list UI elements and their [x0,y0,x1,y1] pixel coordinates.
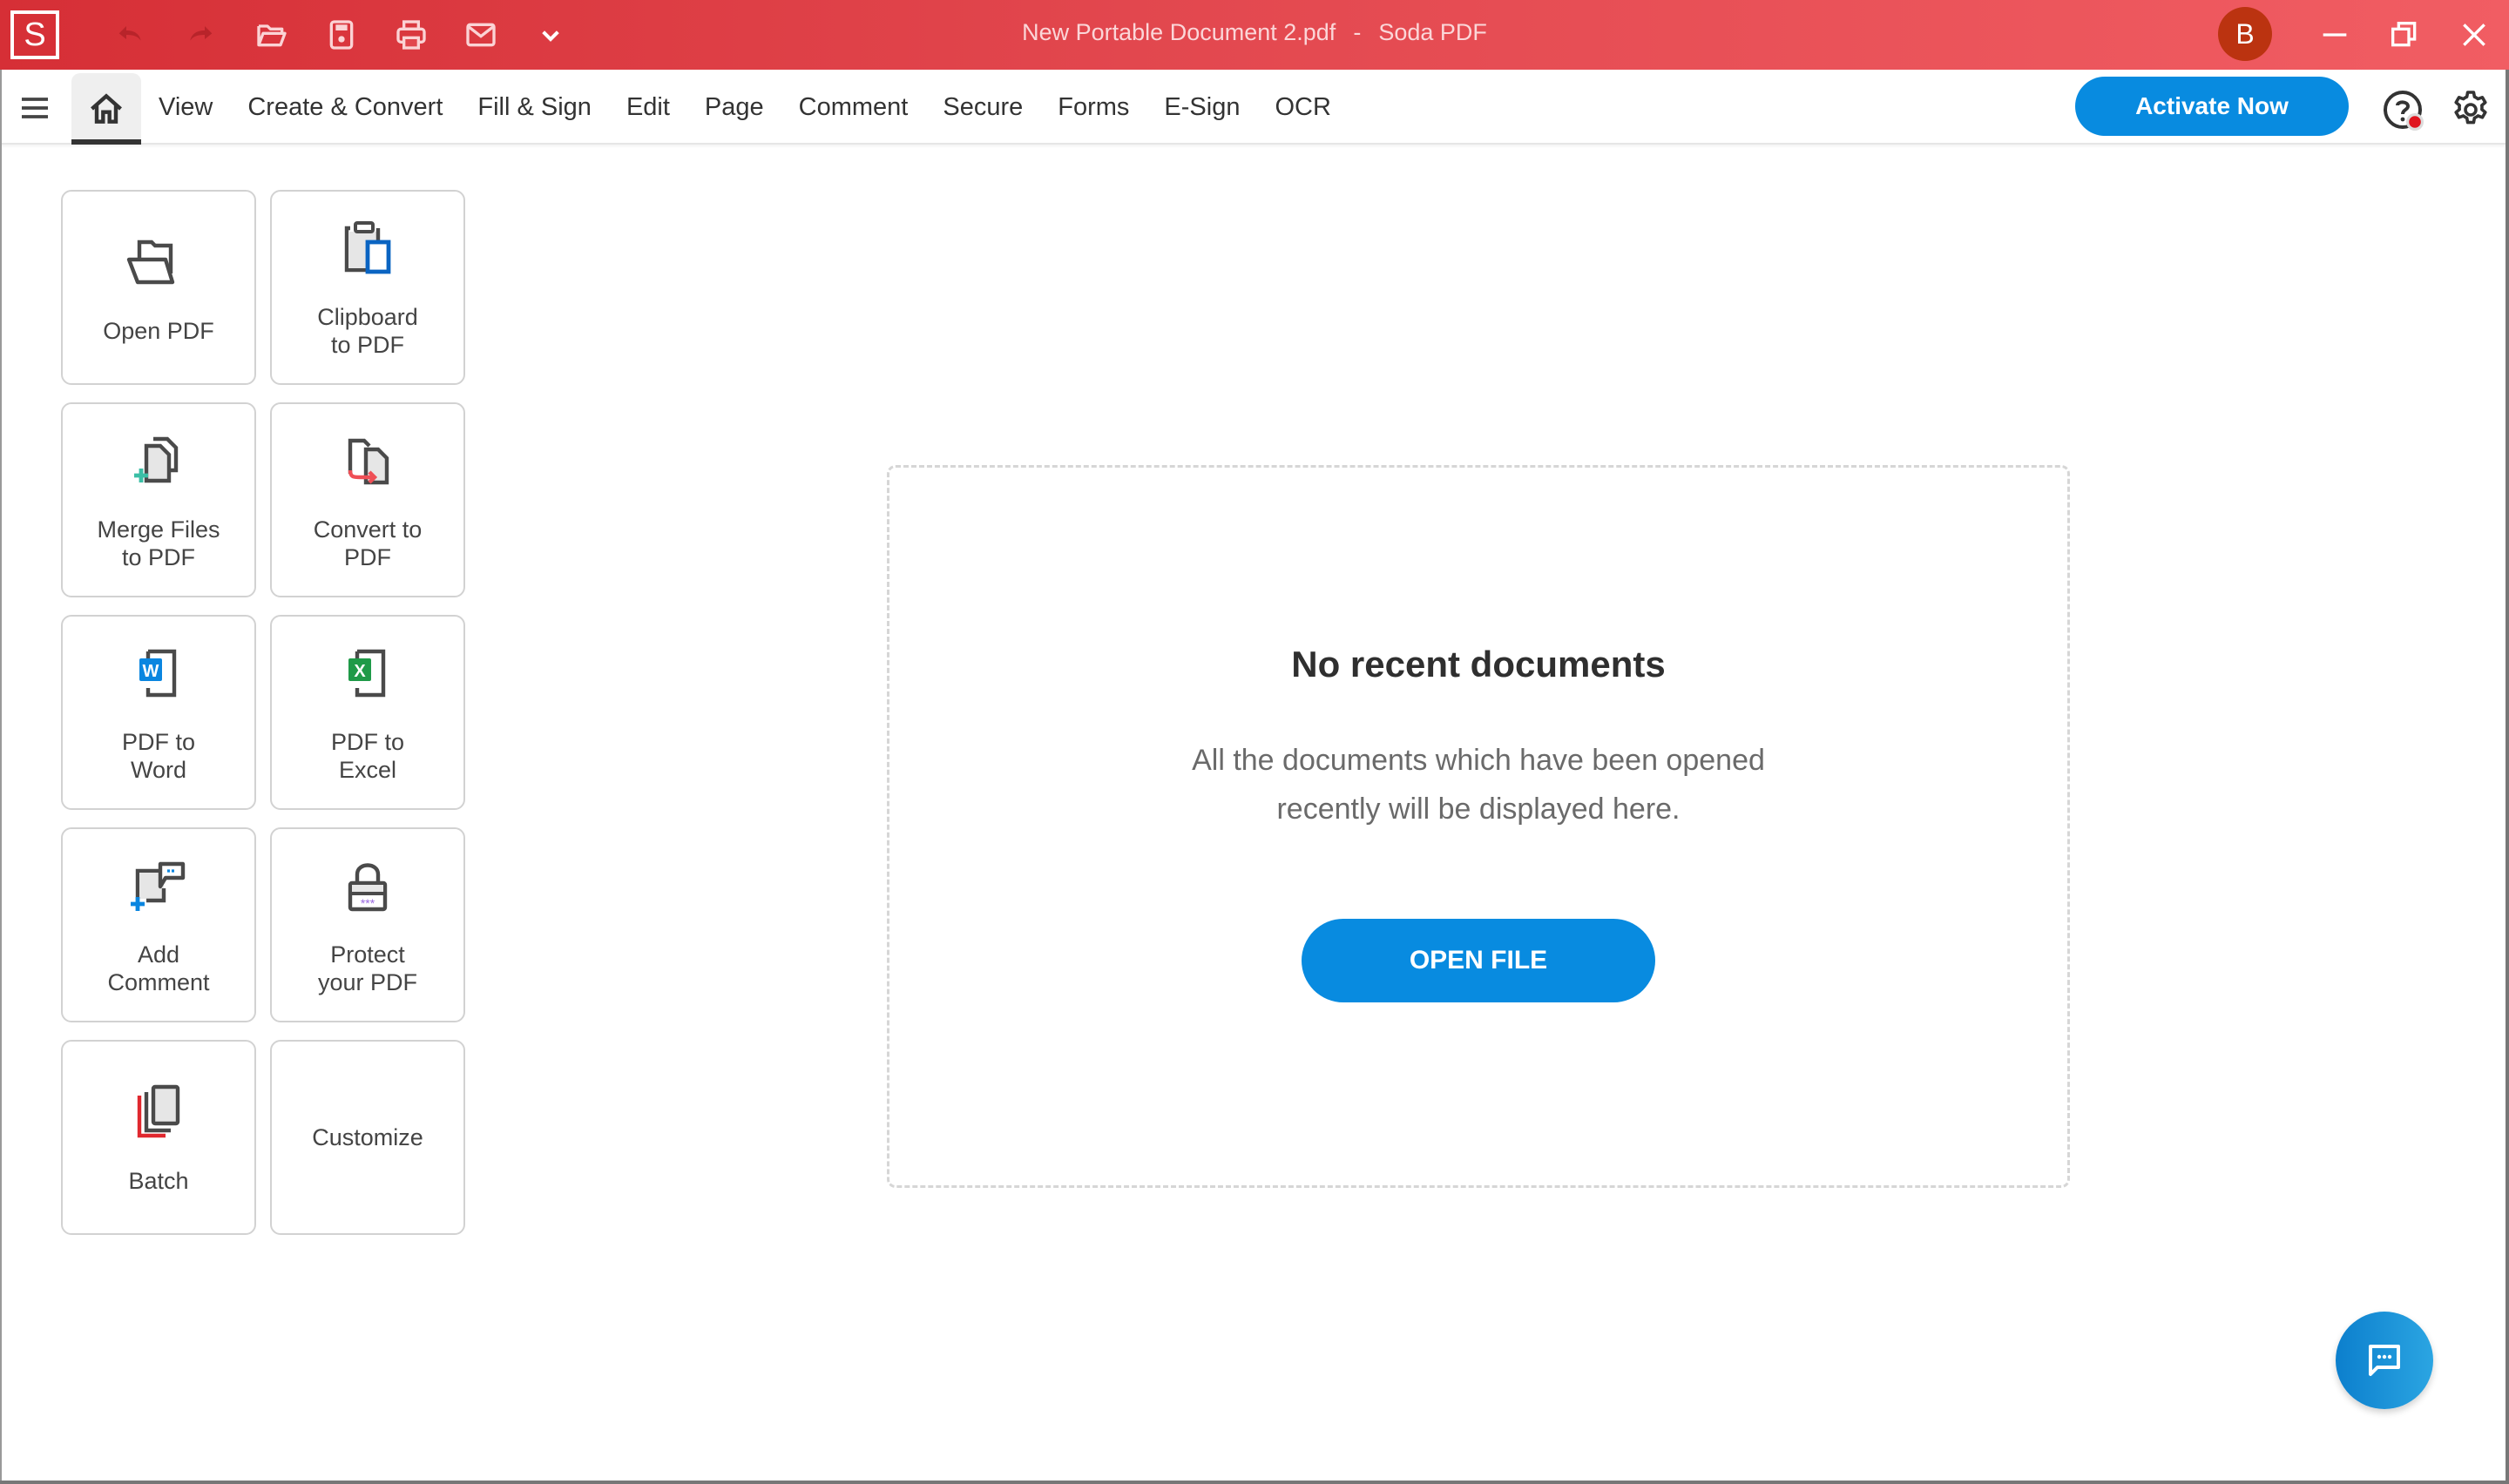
user-avatar[interactable]: B [2218,7,2272,61]
activate-now-button[interactable]: Activate Now [2075,77,2349,136]
tile-label: Batch [128,1168,189,1194]
window-title: New Portable Document 2.pdf - Soda PDF [0,19,2509,46]
minimize-button[interactable] [2313,14,2357,56]
window-border-right [2506,70,2509,1484]
window-border-left [0,70,2,1484]
tab-page[interactable]: Page [687,93,781,122]
recent-description: All the documents which have been opened… [1192,744,1765,826]
restore-button[interactable] [2383,14,2426,56]
recent-documents-panel: No recent documents All the documents wh… [887,465,2070,1188]
minimize-icon [2323,33,2347,37]
tab-comment[interactable]: Comment [781,93,926,122]
email-icon [466,23,496,47]
chat-icon [2369,1345,2400,1376]
tile-label: Customize [312,1124,423,1150]
print-icon [396,20,426,50]
svg-text:W: W [143,662,159,681]
add-comment-tile[interactable]: Add Comment [61,827,256,1022]
document-name: New Portable Document 2.pdf [1022,19,1336,45]
clipboard-icon [344,221,391,274]
quick-actions-grid: Open PDF Clipboard to PDF Merge Files to… [61,190,465,1235]
close-button[interactable] [2452,14,2496,56]
batch-icon [137,1084,180,1138]
tile-label: Protect your PDF [317,941,418,995]
excel-icon: X [348,649,386,698]
tab-secure[interactable]: Secure [925,93,1040,122]
app-logo[interactable]: S [10,10,59,59]
clipboard-to-pdf-tile[interactable]: Clipboard to PDF [270,190,465,385]
restore-icon [2391,22,2417,47]
tab-edit[interactable]: Edit [609,93,687,122]
tile-label: Convert to PDF [313,516,423,570]
close-icon [2463,24,2485,46]
open-file-button[interactable]: OPEN FILE [1302,919,1655,1002]
menu-tabs: View Create & Convert Fill & Sign Edit P… [141,70,1349,145]
tab-fill-sign[interactable]: Fill & Sign [460,93,609,122]
help-icon [2384,91,2424,131]
pdf-to-word-tile[interactable]: W PDF to Word [61,615,256,810]
tile-label: Clipboard to PDF [317,304,418,358]
lock-icon: *** [348,863,388,912]
batch-tile[interactable]: Batch [61,1040,256,1235]
svg-text:***: *** [361,896,375,910]
convert-to-pdf-tile[interactable]: Convert to PDF [270,402,465,597]
merge-files-tile[interactable]: Merge Files to PDF [61,402,256,597]
redo-button[interactable] [181,17,220,52]
tab-create-convert[interactable]: Create & Convert [230,93,460,122]
merge-files-icon [134,436,179,483]
undo-button[interactable] [112,17,150,52]
window-border-bottom [0,1481,2509,1484]
save-button[interactable] [322,17,361,52]
tile-label: PDF to Excel [330,729,405,783]
tile-label: Add Comment [107,941,210,995]
word-icon: W [139,649,177,698]
notification-dot [2409,116,2421,128]
open-folder-icon [126,239,175,285]
hamburger-icon [22,98,48,118]
title-separator: - [1353,19,1362,45]
gear-icon [2454,91,2487,125]
customize-tile[interactable]: Customize [270,1040,465,1235]
app-name: Soda PDF [1378,19,1487,45]
customize-quick-access-button[interactable] [531,17,570,52]
redo-icon [190,26,213,41]
menu-bar: View Create & Convert Fill & Sign Edit P… [0,70,2509,145]
tile-label: PDF to Word [121,729,196,783]
svg-text:X: X [354,662,366,681]
chat-button[interactable] [2336,1312,2433,1409]
open-button[interactable] [253,17,291,52]
protect-pdf-tile[interactable]: *** Protect your PDF [270,827,465,1022]
open-pdf-tile[interactable]: Open PDF [61,190,256,385]
undo-icon [118,26,141,41]
tab-forms[interactable]: Forms [1040,93,1146,122]
tab-view[interactable]: View [141,93,230,122]
add-comment-icon [131,861,186,911]
settings-button[interactable] [2450,89,2492,131]
home-icon [91,93,122,124]
chevron-down-icon [542,30,559,42]
help-button[interactable] [2382,89,2431,138]
recent-title: No recent documents [1291,644,1666,685]
save-icon [329,20,354,50]
main-menu-button[interactable] [16,91,54,125]
email-button[interactable] [462,17,500,52]
convert-icon [348,438,389,485]
tab-home[interactable] [71,73,141,145]
tab-ocr[interactable]: OCR [1257,93,1348,122]
print-button[interactable] [392,17,430,52]
tile-label: Merge Files to PDF [97,516,220,570]
pdf-to-excel-tile[interactable]: X PDF to Excel [270,615,465,810]
open-folder-icon [257,24,287,47]
title-bar: S New Portable Document 2.pdf - Soda PDF B [0,0,2509,70]
tab-esign[interactable]: E-Sign [1146,93,1257,122]
tile-label: Open PDF [103,318,214,344]
